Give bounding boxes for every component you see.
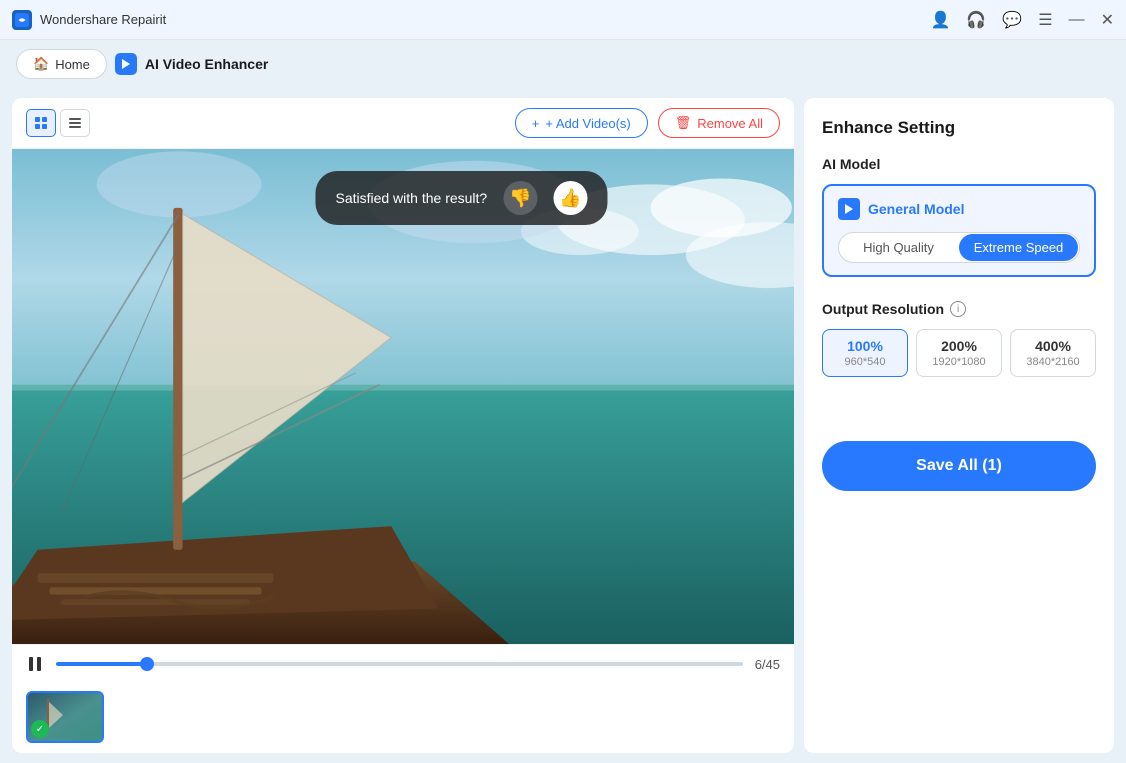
trash-icon: 🗑 bbox=[675, 115, 692, 131]
main-content: + + Add Video(s) 🗑 Remove All bbox=[0, 88, 1126, 763]
model-tabs: High Quality Extreme Speed bbox=[838, 232, 1080, 263]
remove-all-button[interactable]: 🗑 Remove All bbox=[658, 108, 780, 138]
video-area: Satisfied with the result? 👎 👍 bbox=[12, 149, 794, 644]
thumbnail-check-icon: ✓ bbox=[31, 720, 49, 738]
extreme-speed-tab[interactable]: Extreme Speed bbox=[959, 234, 1078, 261]
thumbs-up-button[interactable]: 👍 bbox=[553, 181, 587, 215]
title-bar-left: Wondershare Repairit bbox=[12, 10, 166, 30]
resolution-options: 100% 960*540 200% 1920*1080 400% 3840*21… bbox=[822, 329, 1096, 377]
view-toggle bbox=[26, 109, 90, 137]
ai-model-header: General Model bbox=[838, 198, 1080, 220]
headphones-icon[interactable]: 🎧 bbox=[966, 10, 986, 30]
list-view-button[interactable] bbox=[60, 109, 90, 137]
app-title: Wondershare Repairit bbox=[40, 12, 166, 27]
current-page-label: AI Video Enhancer bbox=[145, 56, 268, 72]
window-controls: 👤 🎧 💬 ☰ — ✕ bbox=[930, 10, 1114, 30]
app-icon bbox=[12, 10, 32, 30]
resolution-400-button[interactable]: 400% 3840*2160 bbox=[1010, 329, 1096, 377]
grid-view-button[interactable] bbox=[26, 109, 56, 137]
res-100-pct: 100% bbox=[827, 338, 903, 354]
right-panel: Enhance Setting AI Model General Model H… bbox=[804, 98, 1114, 753]
minimize-button[interactable]: — bbox=[1069, 11, 1085, 29]
time-label: 6/45 bbox=[755, 657, 780, 672]
ai-model-card: General Model High Quality Extreme Speed bbox=[822, 184, 1096, 277]
resolution-section: Output Resolution i 100% 960*540 200% 19… bbox=[822, 301, 1096, 377]
ai-model-icon bbox=[838, 198, 860, 220]
resolution-header: Output Resolution i bbox=[822, 301, 1096, 317]
thumbnail-item[interactable]: ✓ bbox=[26, 691, 104, 743]
add-video-button[interactable]: + + Add Video(s) bbox=[515, 108, 648, 138]
add-label: + Add Video(s) bbox=[545, 116, 630, 131]
progress-bar[interactable] bbox=[56, 662, 743, 666]
thumbnails-row: ✓ bbox=[12, 683, 794, 753]
nav-bar: 🏠 Home AI Video Enhancer bbox=[0, 40, 1126, 88]
res-200-pct: 200% bbox=[921, 338, 997, 354]
left-panel: + + Add Video(s) 🗑 Remove All bbox=[12, 98, 794, 753]
resolution-200-button[interactable]: 200% 1920*1080 bbox=[916, 329, 1002, 377]
progress-fill bbox=[56, 662, 147, 666]
current-page: AI Video Enhancer bbox=[115, 53, 268, 75]
add-icon: + bbox=[532, 116, 540, 131]
res-200-dim: 1920*1080 bbox=[921, 356, 997, 368]
resolution-100-button[interactable]: 100% 960*540 bbox=[822, 329, 908, 377]
user-icon[interactable]: 👤 bbox=[930, 10, 950, 30]
enhance-setting-title: Enhance Setting bbox=[822, 118, 1096, 138]
close-button[interactable]: ✕ bbox=[1101, 10, 1114, 30]
save-all-button[interactable]: Save All (1) bbox=[822, 441, 1096, 491]
high-quality-tab[interactable]: High Quality bbox=[839, 233, 958, 262]
res-400-dim: 3840*2160 bbox=[1015, 356, 1091, 368]
satisfied-overlay: Satisfied with the result? 👎 👍 bbox=[315, 171, 607, 225]
chat-icon[interactable]: 💬 bbox=[1002, 10, 1022, 30]
info-icon: i bbox=[950, 301, 966, 317]
thumbs-down-button[interactable]: 👎 bbox=[503, 181, 537, 215]
home-label: Home bbox=[55, 57, 90, 72]
progress-handle[interactable] bbox=[140, 657, 154, 671]
res-400-pct: 400% bbox=[1015, 338, 1091, 354]
ai-model-name: General Model bbox=[868, 201, 964, 217]
remove-label: Remove All bbox=[697, 116, 763, 131]
home-icon: 🏠 bbox=[33, 56, 49, 72]
res-100-dim: 960*540 bbox=[827, 356, 903, 368]
title-bar: Wondershare Repairit 👤 🎧 💬 ☰ — ✕ bbox=[0, 0, 1126, 40]
ai-model-label: AI Model bbox=[822, 156, 1096, 172]
toolbar: + + Add Video(s) 🗑 Remove All bbox=[12, 98, 794, 149]
resolution-label: Output Resolution bbox=[822, 301, 944, 317]
toolbar-actions: + + Add Video(s) 🗑 Remove All bbox=[515, 108, 780, 138]
video-controls: 6/45 bbox=[12, 644, 794, 683]
pause-button[interactable] bbox=[26, 655, 44, 673]
nav-current-icon bbox=[115, 53, 137, 75]
home-button[interactable]: 🏠 Home bbox=[16, 49, 107, 79]
satisfied-text: Satisfied with the result? bbox=[335, 190, 487, 206]
menu-icon[interactable]: ☰ bbox=[1038, 10, 1052, 30]
